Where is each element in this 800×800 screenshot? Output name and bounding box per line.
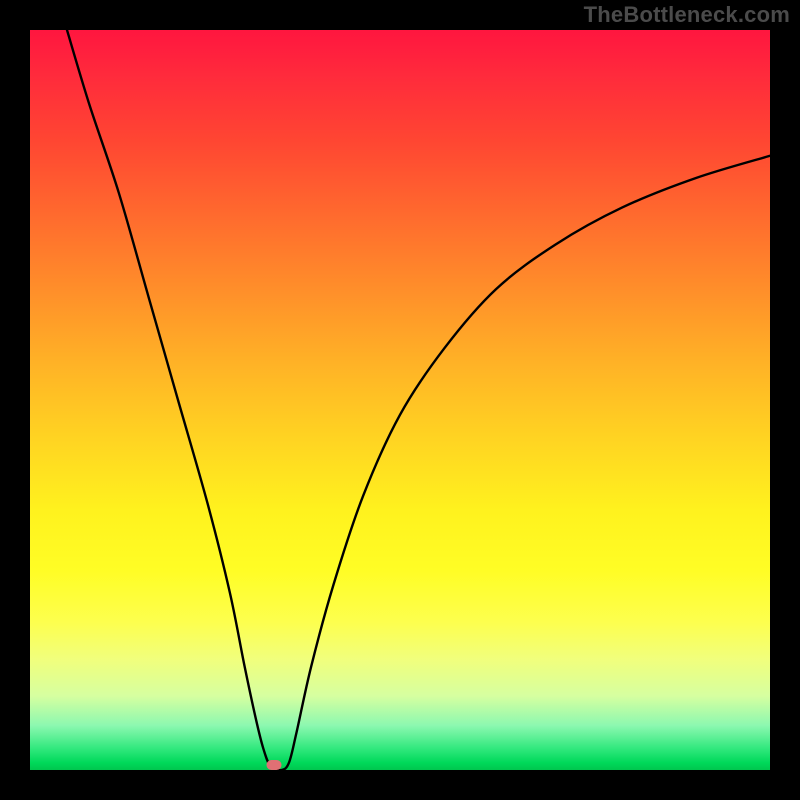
- plot-area: [30, 30, 770, 770]
- chart-frame: TheBottleneck.com: [0, 0, 800, 800]
- watermark-text: TheBottleneck.com: [584, 2, 790, 28]
- bottom-marker: [267, 760, 282, 770]
